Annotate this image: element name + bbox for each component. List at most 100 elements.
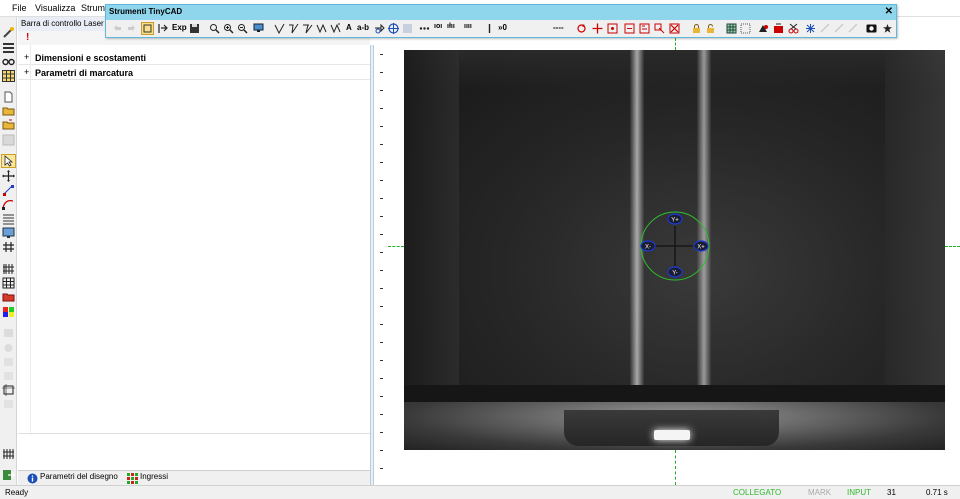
spline-tool-icon[interactable] [330, 23, 341, 34]
import-icon[interactable] [158, 23, 169, 34]
exit-icon[interactable] [2, 469, 15, 481]
disabled-2-icon [4, 344, 13, 352]
unlock-icon[interactable] [705, 23, 716, 34]
dotmatrix-icon[interactable] [419, 23, 430, 34]
serial-tool-button[interactable]: ıoı [434, 23, 442, 30]
zoom-out-icon[interactable] [237, 23, 248, 34]
tree-row-marking-params[interactable]: + Parametri di marcatura [18, 66, 370, 80]
target-icon[interactable] [388, 23, 399, 34]
status-bar: Ready COLLEGATO MARK INPUT 31 0.71 s [0, 485, 960, 499]
jog-crosshair-icon [655, 226, 695, 266]
cut-icon[interactable] [773, 23, 784, 34]
grid2-icon[interactable] [2, 277, 15, 289]
tab-label: Ingressi [140, 472, 169, 481]
shapes-icon[interactable] [758, 23, 769, 34]
text-path-tool-button[interactable]: a-b [357, 23, 369, 32]
disabled-5-icon [4, 400, 13, 408]
barcode-grid-icon[interactable] [2, 263, 15, 275]
zoom-in-icon[interactable] [223, 23, 234, 34]
monitor-icon[interactable] [253, 23, 264, 34]
tinycad-icon-row: Exp A a-b ıoı ıłıı ıııı »0 ---- [106, 20, 896, 38]
lock-icon[interactable] [691, 23, 702, 34]
ruler-tick [380, 432, 383, 433]
folder-red-icon[interactable] [2, 291, 15, 303]
arrow-tool-icon[interactable] [374, 23, 385, 34]
select-rect-icon[interactable] [141, 22, 154, 35]
position-jog-widget[interactable]: Y+ Y- X- X+ [404, 50, 945, 450]
camera-image[interactable]: Y+ Y- X- X+ [404, 50, 945, 450]
lines-icon[interactable] [2, 42, 15, 54]
star-icon[interactable] [882, 23, 893, 34]
text-tool-button[interactable]: A [346, 23, 352, 32]
application-window: File Visualizza Strume Barra di controll… [0, 0, 960, 499]
curve-tool-icon[interactable] [302, 23, 313, 34]
barcode-tool-button[interactable]: ıııı [464, 23, 472, 30]
ruler-tick [380, 72, 383, 73]
hash-icon[interactable] [2, 241, 15, 253]
vertical-ruler [374, 38, 388, 485]
jog-x-plus-button[interactable]: X+ [693, 240, 709, 252]
dashed-line-button[interactable]: ---- [553, 23, 564, 32]
ruler-tick [380, 180, 383, 181]
guide-line-vertical-top [675, 38, 676, 50]
align-icon[interactable] [624, 23, 635, 34]
list-icon[interactable] [2, 213, 15, 225]
tinycad-toolbar-window[interactable]: Strumenti TinyCAD ✕ Exp A a-b ıoı ıłıı ı… [105, 4, 897, 38]
ruler-tick [380, 450, 383, 451]
save-disabled-icon [2, 134, 15, 146]
glasses-icon[interactable] [2, 56, 15, 68]
tree-row-dimensions[interactable]: + Dimensioni e scostamenti [18, 51, 370, 65]
move-object-icon[interactable] [592, 23, 603, 34]
grid-cut-icon[interactable] [2, 448, 15, 460]
export-button[interactable]: Exp [172, 23, 187, 32]
tab-drawing-params[interactable]: Parametri del disegno [26, 472, 118, 485]
grid-icon[interactable] [2, 70, 15, 82]
ruler-tick [380, 54, 383, 55]
menu-view[interactable]: Visualizza [35, 3, 75, 13]
close-icon[interactable]: ✕ [885, 6, 893, 17]
zoom-icon[interactable] [209, 23, 220, 34]
arc-tool-icon[interactable] [316, 23, 327, 34]
resize-icon[interactable] [654, 23, 665, 34]
jog-y-minus-label: Y- [672, 271, 677, 277]
vertical-bar-icon[interactable] [484, 23, 495, 34]
status-time: 0.71 s [926, 488, 948, 497]
node-icon[interactable] [2, 184, 15, 196]
grid-view-icon[interactable] [726, 23, 737, 34]
ruler-tick [380, 216, 383, 217]
delete-icon[interactable] [669, 23, 680, 34]
jog-x-minus-button[interactable]: X- [640, 240, 656, 252]
pointer-icon[interactable] [1, 154, 16, 168]
open-folder-icon[interactable] [2, 105, 15, 117]
align-left-icon[interactable] [639, 23, 650, 34]
tab-inputs[interactable]: Ingressi [126, 472, 168, 485]
save-icon[interactable] [189, 23, 200, 34]
jog-y-minus-button[interactable]: Y- [667, 266, 683, 278]
palette-icon[interactable] [2, 306, 15, 318]
fill-pattern-icon[interactable] [805, 23, 816, 34]
bezier-icon[interactable] [2, 198, 15, 210]
rotate-icon[interactable] [576, 23, 587, 34]
frame-icon[interactable] [2, 384, 15, 396]
move-icon[interactable] [2, 170, 15, 182]
dotted-rect-icon[interactable] [740, 23, 751, 34]
panel-gutter [18, 45, 31, 435]
center-object-icon[interactable] [607, 23, 618, 34]
line-tool-icon[interactable] [274, 23, 285, 34]
serial2-tool-button[interactable]: ıłıı [447, 23, 455, 30]
scissors-icon[interactable] [788, 23, 799, 34]
polyline-tool-icon[interactable] [288, 23, 299, 34]
counter-tool-button[interactable]: »0 [498, 23, 507, 32]
panel-title: Barra di controllo Laser [18, 17, 108, 31]
monitor-icon[interactable] [2, 227, 15, 239]
ruler-tick [380, 414, 383, 415]
ruler-tick [380, 198, 383, 199]
ruler-tick [380, 126, 383, 127]
jog-y-plus-button[interactable]: Y+ [667, 213, 683, 225]
new-doc-icon[interactable] [2, 91, 15, 103]
wand-icon[interactable] [2, 27, 15, 39]
open-folder2-icon[interactable] [2, 119, 15, 131]
menu-file[interactable]: File [12, 3, 27, 13]
ruler-tick [380, 306, 383, 307]
camera-view-icon[interactable] [866, 23, 877, 34]
